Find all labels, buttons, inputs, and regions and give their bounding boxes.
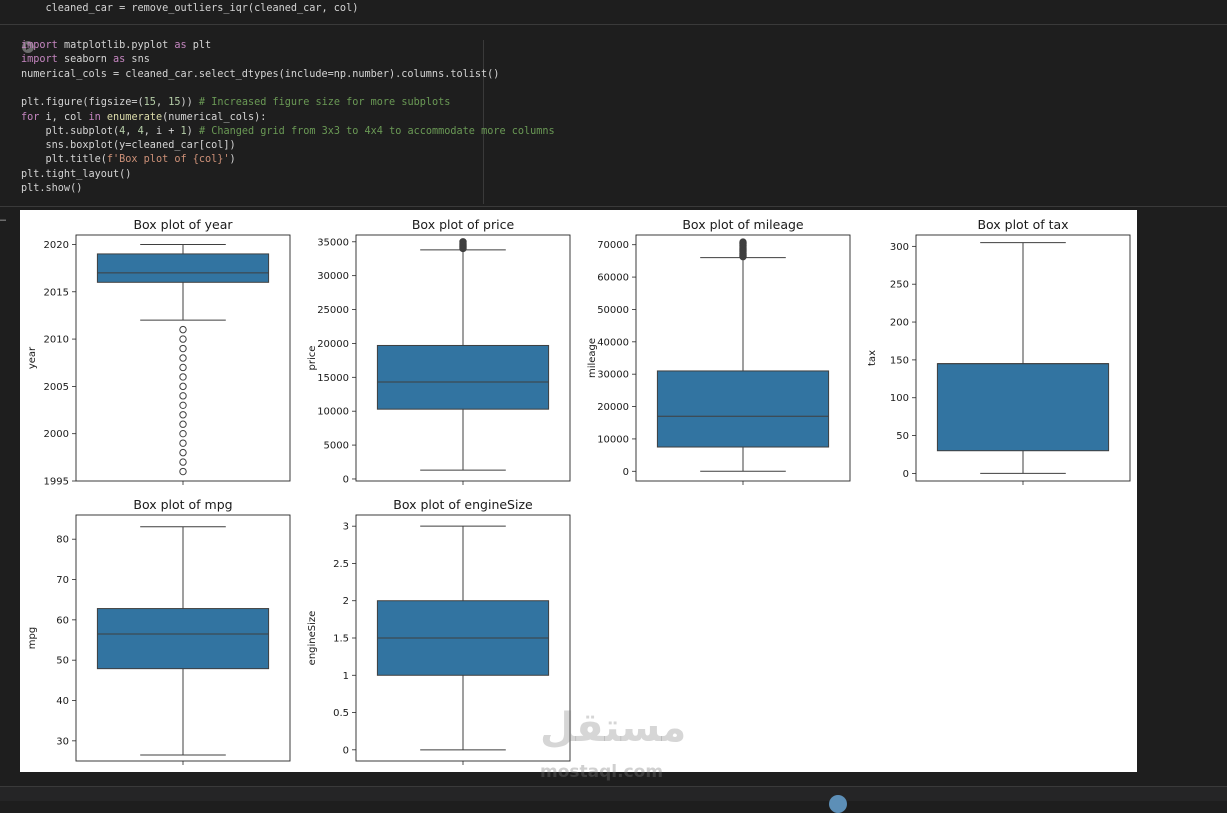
chart-title: Box plot of mpg [133, 497, 232, 512]
y-tick-label: 50 [896, 431, 909, 442]
y-tick-label: 0.5 [333, 708, 349, 719]
y-tick-label: 0 [343, 745, 349, 756]
code-line: plt.tight_layout() [21, 168, 132, 180]
y-tick-label: 1 [343, 671, 349, 682]
status-bar [0, 786, 1227, 801]
y-axis-label: mpg [27, 627, 38, 649]
outlier-point [739, 238, 747, 246]
outlier-point [459, 238, 467, 246]
code-line: import seaborn as sns [21, 54, 150, 66]
outlier-point [179, 325, 187, 334]
code-line: plt.subplot(4, 4, i + 1) # Changed grid … [21, 125, 555, 137]
scroll-indicator[interactable] [829, 795, 847, 813]
y-tick-label: 2 [343, 596, 349, 607]
iqr-box [376, 344, 550, 410]
code-line: cleaned_car = remove_outliers_iqr(cleane… [21, 3, 359, 14]
y-tick-label: 2010 [44, 335, 69, 346]
outlier-point [179, 363, 187, 372]
boxplot-figure: Box plot of yearyear19952000200520102015… [27, 217, 1131, 765]
code-line: for i, col in enumerate(numerical_cols): [21, 111, 267, 123]
y-tick-label: 20000 [597, 402, 629, 413]
y-tick-label: 20000 [317, 339, 349, 350]
y-axis-label: year [27, 346, 38, 369]
y-tick-label: 5000 [324, 441, 349, 452]
output-figure: Box plot of year year 1995 2000 2005 2010 2015… [20, 210, 1137, 772]
y-axis-label: engineSize [307, 611, 318, 666]
y-tick-label: 30000 [597, 370, 629, 381]
y-tick-label: 70000 [597, 240, 629, 251]
y-tick-label: 10000 [597, 434, 629, 445]
chart-title: Box plot of mileage [682, 217, 804, 232]
code-line: import matplotlib.pyplot as plt [21, 40, 212, 51]
outlier-point [179, 354, 187, 362]
outlier-point [179, 411, 187, 419]
y-tick-label: 40000 [597, 337, 629, 348]
y-tick-label: 30000 [317, 271, 349, 282]
y-tick-label: 60 [56, 615, 69, 626]
y-tick-label: 200 [890, 318, 909, 329]
outlier-point [179, 335, 187, 343]
chart-title: Box plot of year [133, 217, 233, 232]
y-tick-label: 0 [623, 467, 629, 478]
outlier-point [179, 382, 187, 391]
outlier-point [179, 458, 187, 466]
chart-title: Box plot of engineSize [393, 497, 533, 512]
y-axis-label: tax [867, 350, 878, 366]
y-tick-label: 250 [890, 280, 909, 291]
y-tick-label: 40 [56, 696, 69, 707]
outlier-point [179, 392, 187, 400]
y-tick-label: 2005 [44, 382, 69, 393]
outlier-point [179, 439, 187, 447]
y-tick-label: 60000 [597, 273, 629, 284]
y-tick-label: 50000 [597, 305, 629, 316]
chart-title: Box plot of tax [977, 217, 1068, 232]
code-line: sns.boxplot(y=cleaned_car[col]) [21, 140, 236, 152]
y-tick-label: 15000 [317, 373, 349, 384]
code-line: plt.figure(figsize=(15, 15)) # Increased… [21, 97, 451, 109]
y-tick-label: 150 [890, 355, 909, 366]
iqr-box [96, 608, 270, 670]
y-tick-label: 2015 [44, 287, 69, 298]
code-line: plt.title(f'Box plot of {col}') [21, 154, 236, 166]
y-tick-label: 3 [343, 522, 349, 533]
output-toggle[interactable]: … [0, 213, 6, 224]
outlier-point [179, 344, 187, 353]
iqr-box [656, 370, 830, 448]
y-tick-label: 2.5 [333, 559, 349, 570]
outlier-point [179, 467, 187, 476]
y-tick-label: 30 [56, 736, 69, 747]
y-tick-label: 100 [890, 393, 909, 404]
outlier-point [179, 429, 187, 438]
y-tick-label: 0 [343, 474, 349, 485]
outlier-point [179, 401, 187, 410]
y-tick-label: 1.5 [333, 634, 349, 645]
iqr-box [936, 363, 1110, 452]
y-tick-label: 80 [56, 535, 69, 546]
previous-cell[interactable]: cleaned_car = remove_outliers_iqr(cleane… [0, 0, 1227, 25]
chart-title: Box plot of price [412, 217, 515, 232]
iqr-box [96, 253, 270, 283]
code-line: numerical_cols = cleaned_car.select_dtyp… [21, 68, 500, 80]
y-tick-label: 2020 [44, 240, 69, 251]
code-line: plt.show() [21, 183, 83, 194]
y-tick-label: 300 [890, 242, 909, 253]
y-tick-label: 1995 [44, 477, 69, 488]
watermark-logo-latin: mostaql.com [540, 762, 664, 782]
outlier-point [179, 373, 187, 381]
y-tick-label: 35000 [317, 237, 349, 248]
editor-ruler [483, 40, 484, 204]
watermark-logo-arabic: مستقل [540, 705, 687, 751]
y-tick-label: 70 [56, 575, 69, 586]
y-tick-label: 50 [56, 656, 69, 667]
y-tick-label: 2000 [44, 429, 69, 440]
y-tick-label: 10000 [317, 407, 349, 418]
outlier-point [179, 420, 187, 428]
outlier-point [179, 448, 187, 457]
y-tick-label: 0 [903, 469, 909, 480]
y-tick-label: 25000 [317, 305, 349, 316]
